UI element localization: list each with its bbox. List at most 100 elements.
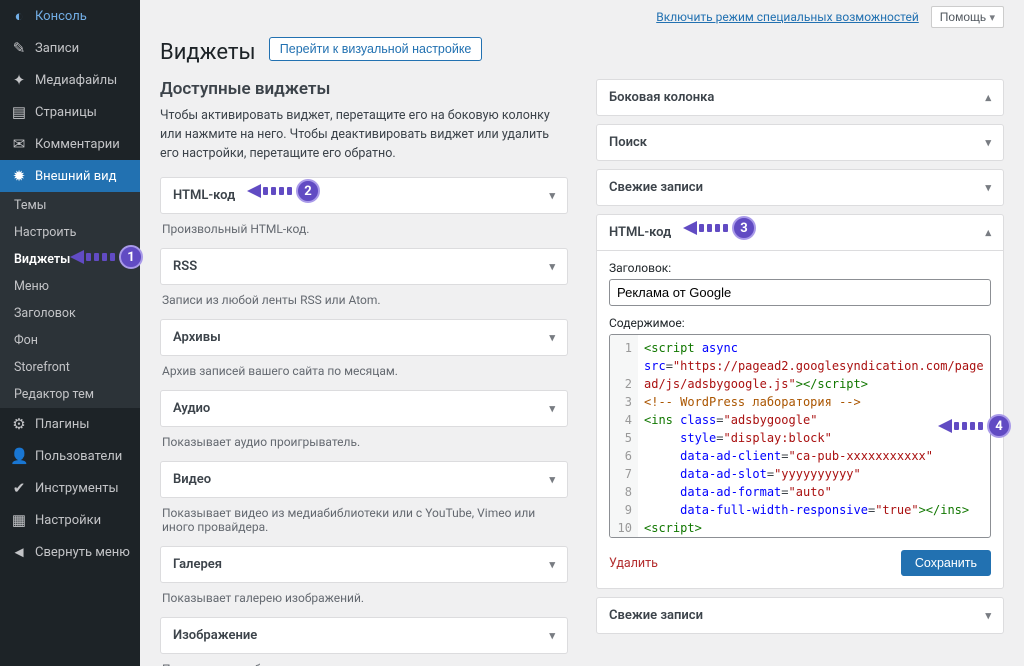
menu-comments[interactable]: ✉ Комментарии [0,128,140,160]
menu-posts[interactable]: ✎Записи [0,32,140,64]
widget-title: Архивы [173,330,221,345]
widget-recent-2[interactable]: Свежие записи [596,597,1004,634]
callout-number: 3 [732,216,756,240]
widget-desc: Показывает аудио проигрыватель. [162,435,568,449]
available-widget[interactable]: Галерея [160,546,568,583]
widget-title: HTML-код [609,225,671,240]
available-widget[interactable]: Видео [160,461,568,498]
plug-icon: ⚙ [10,415,28,433]
available-help-text: Чтобы активировать виджет, перетащите ег… [160,107,568,163]
widget-title: Видео [173,472,211,487]
widget-desc: Произвольный HTML-код. [162,222,568,236]
menu-label: Медиафайлы [35,73,117,88]
chevron-down-icon [549,472,555,487]
available-widget[interactable]: RSS [160,248,568,285]
menu-label: Настройки [35,513,101,528]
chevron-down-icon [549,188,555,203]
menu-plugins[interactable]: ⚙ Плагины [0,408,140,440]
menu-label: Свернуть меню [35,545,130,560]
widget-html-header[interactable]: HTML-код 3 [597,215,1003,250]
admin-sidebar: ◐Консоль ✎Записи ✦ Медиафайлы ▤ Страницы ✉… [0,0,140,666]
available-widget[interactable]: Архивы [160,319,568,356]
callout-4: 4 [938,414,1011,438]
appearance-submenu: Темы Настроить Виджеты 1 Меню Заголовок … [0,192,140,408]
code-editor[interactable]: 1 2345678910 11 <script asyncsrc="https:… [609,334,991,538]
delete-link[interactable]: Удалить [609,556,658,571]
widget-search[interactable]: Поиск [596,124,1004,161]
callout-number: 4 [987,414,1011,438]
submenu-editor[interactable]: Редактор тем [0,381,140,408]
menu-settings[interactable]: ▦Настройки [0,504,140,536]
menu-tools[interactable]: ✔ Инструменты [0,472,140,504]
widget-recent[interactable]: Свежие записи [596,169,1004,206]
title-input[interactable] [609,279,991,306]
available-widget[interactable]: HTML-код 2 [160,177,568,214]
widget-title: RSS [173,259,197,274]
submenu-widgets[interactable]: Виджеты 1 [0,246,140,273]
widget-title: HTML-код [173,188,235,203]
submenu-header[interactable]: Заголовок [0,300,140,327]
menu-users[interactable]: 👤Пользователи [0,440,140,472]
submenu-themes[interactable]: Темы [0,192,140,219]
topbar: Включить режим специальных возможностей … [160,0,1004,34]
widget-html-body: Заголовок: Содержимое: 1 2345678910 11 <… [597,250,1003,588]
menu-label: Плагины [35,417,89,432]
help-button[interactable]: Помощь [931,6,1004,28]
submenu-label: Редактор тем [14,387,94,402]
user-icon: 👤 [10,447,28,465]
pin-icon: ✎ [10,39,28,57]
chevron-down-icon [985,608,991,623]
sidebar-area-column: Боковая колонка Поиск Свежие записи HTML… [596,79,1004,666]
brush-icon: ✹ [10,167,28,185]
chevron-down-icon [549,330,555,345]
menu-label: Внешний вид [35,169,117,184]
submenu-label: Виджеты [14,252,70,267]
widget-title: Свежие записи [609,608,703,623]
save-button[interactable]: Сохранить [901,550,991,576]
widget-desc: Показывает изображение. [162,662,568,666]
chevron-down-icon [549,401,555,416]
dashboard-icon: ◐ [10,7,28,25]
media-icon: ✦ [10,71,28,89]
submenu-menus[interactable]: Меню [0,273,140,300]
menu-label: Страницы [35,105,97,120]
menu-media[interactable]: ✦ Медиафайлы [0,64,140,96]
chevron-down-icon [549,557,555,572]
page-icon: ▤ [10,103,28,121]
menu-pages[interactable]: ▤ Страницы [0,96,140,128]
callout-3: 3 [683,216,756,240]
menu-collapse[interactable]: ◄Свернуть меню [0,536,140,568]
sidebar-area-header[interactable]: Боковая колонка [596,79,1004,116]
submenu-customize[interactable]: Настроить [0,219,140,246]
chevron-down-icon [549,628,555,643]
menu-label: Инструменты [35,481,119,496]
line-gutter: 1 2345678910 11 [610,335,638,537]
submenu-storefront[interactable]: Storefront [0,354,140,381]
visual-customize-button[interactable]: Перейти к визуальной настройке [269,37,483,61]
accessibility-link[interactable]: Включить режим специальных возможностей [656,10,919,24]
chevron-down-icon [989,10,995,24]
menu-appearance[interactable]: ✹ Внешний вид [0,160,140,192]
menu-label: Комментарии [35,137,120,152]
available-widgets-column: Доступные виджеты Чтобы активировать вид… [160,79,568,666]
submenu-label: Storefront [14,360,70,375]
available-widget[interactable]: Изображение [160,617,568,654]
callout-number: 2 [296,179,320,203]
widget-desc: Показывает видео из медиабиблиотеки или … [162,506,568,534]
comment-icon: ✉ [10,135,28,153]
wrench-icon: ✔ [10,479,28,497]
available-widget[interactable]: Аудио [160,390,568,427]
menu-dashboard[interactable]: ◐Консоль [0,0,140,32]
title-label: Заголовок: [609,261,991,275]
submenu-label: Фон [14,333,38,348]
widget-desc: Архив записей вашего сайта по месяцам. [162,364,568,378]
widget-desc: Записи из любой ленты RSS или Atom. [162,293,568,307]
chevron-down-icon [985,180,991,195]
callout-2: 2 [247,179,320,203]
submenu-label: Меню [14,279,49,294]
widget-title: Свежие записи [609,180,703,195]
submenu-background[interactable]: Фон [0,327,140,354]
chevron-up-icon [985,90,991,105]
available-heading: Доступные виджеты [160,79,568,99]
widget-title: Галерея [173,557,222,572]
